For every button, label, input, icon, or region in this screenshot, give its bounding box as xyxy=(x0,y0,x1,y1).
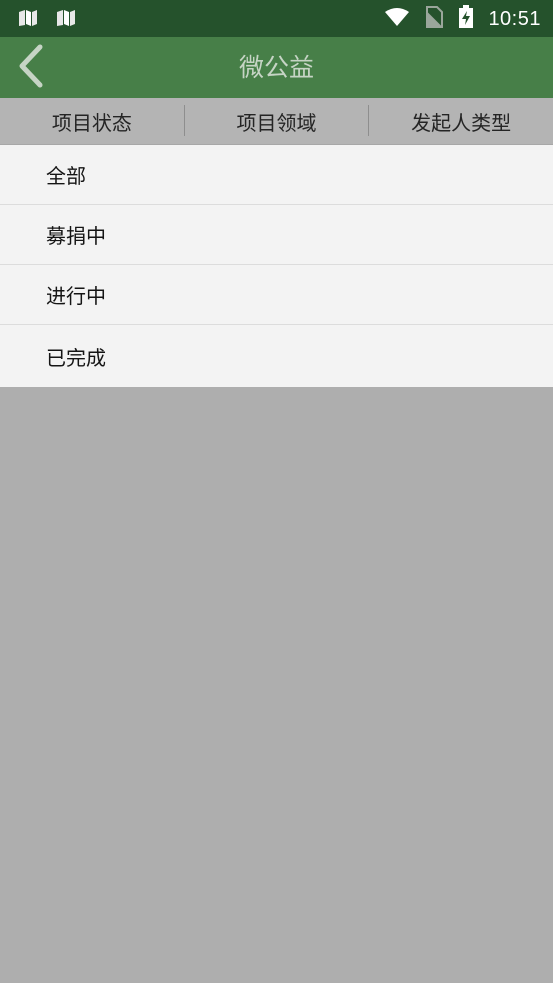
status-system-icons: 10:51 xyxy=(384,5,541,33)
list-item-label: 募捐中 xyxy=(46,224,106,248)
notification-app-icon xyxy=(18,9,38,31)
page-title: 微公益 xyxy=(238,53,314,82)
list-item-completed[interactable]: 已完成 xyxy=(0,325,553,387)
status-notifications xyxy=(18,9,76,31)
tab-label: 发起人类型 xyxy=(411,110,512,135)
filter-tab-bar: 项目状态 项目领域 发起人类型 xyxy=(0,98,553,145)
list-item-label: 全部 xyxy=(46,164,86,188)
status-bar: 10:51 xyxy=(0,0,553,37)
tab-project-status[interactable]: 项目状态 xyxy=(0,98,184,144)
status-dropdown-list: 全部 募捐中 进行中 已完成 xyxy=(0,145,553,387)
status-clock: 10:51 xyxy=(488,7,541,30)
list-item-all[interactable]: 全部 xyxy=(0,145,553,205)
back-button[interactable] xyxy=(8,44,52,92)
app-bar: 微公益 xyxy=(0,37,553,98)
list-item-fundraising[interactable]: 募捐中 xyxy=(0,205,553,265)
notification-app-icon xyxy=(56,9,76,31)
tab-initiator-type[interactable]: 发起人类型 xyxy=(369,98,553,144)
battery-charging-icon xyxy=(458,5,474,33)
list-item-label: 进行中 xyxy=(46,284,106,308)
tab-project-field[interactable]: 项目领域 xyxy=(185,98,369,144)
dim-overlay[interactable] xyxy=(0,387,553,983)
tab-label: 项目领域 xyxy=(236,110,317,135)
tab-label: 项目状态 xyxy=(51,110,132,135)
list-item-in-progress[interactable]: 进行中 xyxy=(0,265,553,325)
chevron-left-icon xyxy=(16,44,44,92)
wifi-icon xyxy=(384,7,410,31)
no-sim-icon xyxy=(424,6,444,32)
list-item-label: 已完成 xyxy=(46,345,106,370)
